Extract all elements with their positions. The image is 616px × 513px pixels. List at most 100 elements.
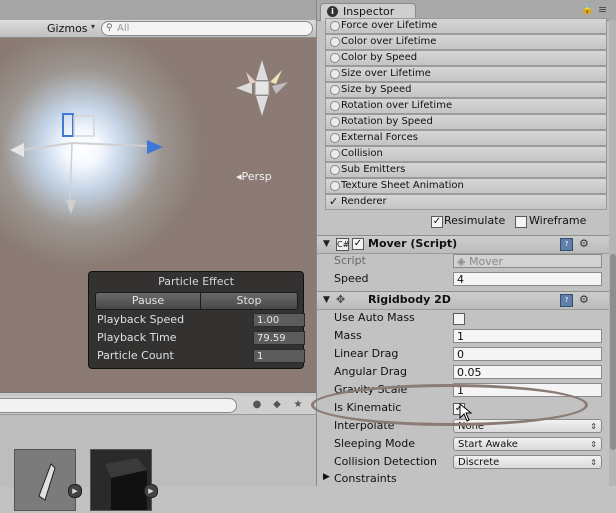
module-row[interactable]: Rotation over Lifetime (325, 98, 607, 114)
mover-component-header[interactable]: ▼ C# ✓ Mover (Script) ? ⚙ (317, 235, 609, 254)
dropdown-caret-icon: ⇕ (590, 458, 597, 467)
scene-panel: Gizmos ▾ ⚲ All ◂Persp Particle Effect Pa… (0, 0, 316, 392)
rigidbody-prop-field[interactable]: 0.05 (453, 365, 602, 379)
module-toggle-icon[interactable] (330, 165, 340, 175)
module-label: Rotation by Speed (341, 116, 433, 127)
module-row[interactable]: Collision (325, 146, 607, 162)
particle-count-label: Particle Count (97, 349, 174, 362)
dropdown-caret-icon: ⇕ (590, 422, 597, 431)
module-row[interactable]: Color by Speed (325, 50, 607, 66)
gear-icon[interactable]: ⚙ (579, 237, 589, 250)
module-toggle-icon[interactable] (330, 101, 340, 111)
module-label: Collision (341, 148, 383, 159)
fold-open-icon[interactable]: ▼ (323, 239, 330, 249)
module-label: Color over Lifetime (341, 36, 437, 47)
module-row[interactable]: Rotation by Speed (325, 114, 607, 130)
module-row[interactable]: External Forces (325, 130, 607, 146)
module-label: Renderer (341, 196, 387, 207)
module-toggle-icon[interactable] (330, 117, 340, 127)
script-value: Mover (468, 255, 503, 268)
chevron-down-icon[interactable]: ▾ (91, 22, 95, 31)
module-label: Rotation over Lifetime (341, 100, 453, 111)
rigidbody-prop-label: Sleeping Mode (334, 437, 416, 450)
module-label: Force over Lifetime (341, 20, 438, 31)
rigidbody-title: Rigidbody 2D (368, 293, 451, 306)
module-row[interactable]: Size by Speed (325, 82, 607, 98)
star-icon[interactable]: ★ (291, 398, 305, 412)
rigidbody-prop-label: Collision Detection (334, 455, 438, 468)
x-axis-line (21, 142, 73, 151)
scene-toolbar: Gizmos ▾ ⚲ All (0, 20, 316, 38)
wireframe-checkbox[interactable] (515, 216, 527, 228)
playback-time-field[interactable]: 79.59 (253, 331, 305, 345)
module-toggle-icon[interactable] (330, 21, 340, 31)
script-icon: C# (336, 238, 350, 251)
module-toggle-icon[interactable] (330, 53, 340, 63)
mover-title: Mover (Script) (368, 237, 458, 250)
playback-time-label: Playback Time (97, 331, 177, 344)
play-icon[interactable]: ▶ (68, 484, 82, 498)
fold-open-icon[interactable]: ▼ (323, 295, 330, 305)
module-toggle-icon[interactable] (330, 181, 340, 191)
tag-icon[interactable]: ◆ (270, 398, 284, 412)
help-icon[interactable]: ? (560, 294, 573, 307)
module-row[interactable]: Size over Lifetime (325, 66, 607, 82)
scene-orientation-gizmo (236, 60, 288, 116)
asset-thumbnail[interactable]: ▶ (90, 449, 158, 511)
help-icon[interactable]: ? (560, 238, 573, 251)
project-assets-area: ▶ ▶ (0, 415, 316, 511)
project-panel: ● ◆ ★ ▶ ▶ (0, 392, 316, 511)
particle-count-row: Particle Count 1 (97, 348, 305, 364)
rigidbody-component-header[interactable]: ▼ ✥ Rigidbody 2D ? ⚙ (317, 291, 609, 310)
persp-label-text: Persp (241, 170, 272, 183)
module-toggle-icon[interactable] (330, 149, 340, 159)
rigidbody-prop-label: Use Auto Mass (334, 311, 415, 324)
play-icon[interactable]: ▶ (144, 484, 158, 498)
constraints-label[interactable]: Constraints (334, 471, 454, 486)
speed-field[interactable]: 4 (453, 272, 602, 286)
menu-icon[interactable]: ≡ (598, 3, 607, 16)
rigidbody-prop-checkbox[interactable] (453, 313, 465, 325)
gizmos-dropdown[interactable]: Gizmos (43, 21, 92, 36)
module-toggle-icon[interactable] (330, 85, 340, 95)
z-axis-line (71, 142, 149, 147)
playback-speed-field[interactable]: 1.00 (253, 313, 305, 327)
playback-speed-label: Playback Speed (97, 313, 185, 326)
rigidbody-prop-field[interactable]: 1 (453, 329, 602, 343)
module-row[interactable]: ✓ Renderer (325, 194, 607, 210)
rigidbody-prop-dropdown[interactable]: Start Awake ⇕ (453, 437, 602, 451)
check-icon[interactable]: ✓ (329, 195, 338, 209)
dropdown-caret-icon: ⇕ (590, 440, 597, 449)
resimulate-checkbox[interactable]: ✓ (431, 216, 443, 228)
asset-thumbnail[interactable]: ▶ (14, 449, 82, 511)
particle-count-field: 1 (253, 349, 305, 363)
module-row[interactable]: Texture Sheet Animation (325, 178, 607, 194)
module-toggle-icon[interactable] (330, 69, 340, 79)
module-toggle-icon[interactable] (330, 133, 340, 143)
script-icon: ◈ (457, 255, 469, 268)
project-toolbar: ● ◆ ★ (0, 396, 316, 415)
stop-button[interactable]: Stop (200, 292, 298, 310)
gear-icon[interactable]: ⚙ (579, 293, 589, 306)
fold-closed-icon[interactable]: ▶ (323, 472, 330, 482)
mover-enabled-checkbox[interactable]: ✓ (352, 238, 364, 250)
module-label: Size by Speed (341, 84, 412, 95)
scrollbar-thumb[interactable] (610, 254, 616, 450)
module-row[interactable]: Sub Emitters (325, 162, 607, 178)
scene-search-input[interactable]: ⚲ All (101, 21, 313, 36)
search-icon: ⚲ (106, 23, 113, 33)
module-row[interactable]: Color over Lifetime (325, 34, 607, 50)
rigidbody-prop-field[interactable]: 0 (453, 347, 602, 361)
inspector-scrollbar[interactable] (609, 20, 616, 486)
playback-time-row: Playback Time 79.59 (97, 330, 305, 346)
rigidbody-prop-label: Linear Drag (334, 347, 399, 360)
perspective-label[interactable]: ◂Persp (236, 170, 272, 183)
project-search-input[interactable] (0, 398, 237, 413)
script-field[interactable]: ◈ Mover (453, 254, 602, 268)
lock-icon[interactable]: 🔒 (581, 4, 593, 15)
labels-icon[interactable]: ● (250, 398, 264, 412)
module-toggle-icon[interactable] (330, 37, 340, 47)
rigidbody-prop-dropdown[interactable]: Discrete ⇕ (453, 455, 602, 469)
module-row[interactable]: Force over Lifetime (325, 18, 607, 34)
pause-button[interactable]: Pause (95, 292, 201, 310)
